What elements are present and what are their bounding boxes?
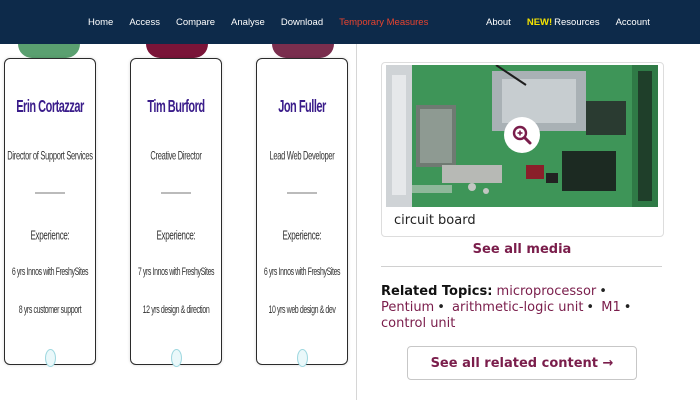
new-badge: NEW! bbox=[526, 16, 553, 28]
member-name: Erin Cortazzar bbox=[16, 97, 84, 117]
nav-compare[interactable]: Compare bbox=[176, 17, 215, 28]
media-card[interactable]: circuit board bbox=[381, 62, 664, 237]
card-divider bbox=[161, 192, 191, 194]
team-photo bbox=[146, 44, 208, 58]
media-sidebar: circuit board See all media Related Topi… bbox=[356, 44, 687, 400]
team-card: Jon Fuller Lead Web Developer Experience… bbox=[256, 58, 348, 367]
experience-line: 10 yrs web design & dev bbox=[268, 304, 336, 317]
team-photo bbox=[18, 44, 80, 58]
topic-link[interactable]: M1 bbox=[601, 300, 621, 315]
nav-about[interactable]: About bbox=[486, 17, 511, 28]
team-card: Tim Burford Creative Director Experience… bbox=[130, 58, 222, 367]
see-all-related-content-button[interactable]: See all related content → bbox=[407, 346, 637, 380]
card-expand-toggle[interactable] bbox=[297, 349, 308, 367]
experience-heading: Experience: bbox=[282, 228, 322, 243]
team-card: Erin Cortazzar Director of Support Servi… bbox=[4, 58, 96, 367]
card-expand-toggle[interactable] bbox=[45, 349, 56, 367]
nav-temporary-measures[interactable]: Temporary Measures bbox=[339, 17, 428, 28]
nav-home[interactable]: Home bbox=[88, 17, 113, 28]
related-topics: Related Topics: microprocessor • Pentium •… bbox=[381, 284, 671, 332]
member-role: Director of Support Services bbox=[7, 148, 93, 163]
topic-link[interactable]: Pentium bbox=[381, 300, 434, 315]
see-all-media-link[interactable]: See all media bbox=[357, 242, 687, 257]
topic-separator: • bbox=[586, 300, 595, 315]
experience-line: 6 yrs Innos with FreshySites bbox=[11, 266, 89, 279]
experience-line: 8 yrs customer support bbox=[18, 304, 82, 317]
experience-heading: Experience: bbox=[156, 228, 196, 243]
topic-separator: • bbox=[437, 300, 445, 315]
card-expand-toggle[interactable] bbox=[171, 349, 182, 367]
member-name: Tim Burford bbox=[147, 97, 205, 117]
card-divider bbox=[35, 192, 65, 194]
nav-download[interactable]: Download bbox=[281, 17, 323, 28]
member-role: Creative Director bbox=[150, 148, 202, 163]
page-right-margin bbox=[686, 44, 700, 400]
nav-access[interactable]: Access bbox=[129, 17, 160, 28]
experience-line: 12 yrs design & direction bbox=[142, 304, 210, 317]
section-divider bbox=[381, 266, 662, 267]
experience-line: 6 yrs Innos with FreshySites bbox=[263, 266, 341, 279]
member-role: Lead Web Developer bbox=[269, 148, 335, 163]
experience-line: 7 yrs Innos with FreshySites bbox=[137, 266, 215, 279]
magnifier-zoom-icon[interactable] bbox=[504, 117, 540, 153]
topic-link[interactable]: arithmetic-logic unit bbox=[452, 300, 583, 315]
topic-link[interactable]: microprocessor bbox=[497, 284, 597, 299]
nav-account[interactable]: Account bbox=[616, 17, 650, 28]
nav-resources[interactable]: Resources bbox=[554, 17, 599, 28]
topic-separator: • bbox=[623, 300, 632, 315]
related-topics-label: Related Topics: bbox=[381, 284, 493, 299]
experience-heading: Experience: bbox=[30, 228, 70, 243]
member-name: Jon Fuller bbox=[278, 97, 326, 117]
topic-link[interactable]: control unit bbox=[381, 316, 455, 331]
topic-separator: • bbox=[599, 284, 607, 299]
circuit-board-image[interactable] bbox=[386, 65, 658, 207]
team-photo bbox=[272, 44, 334, 58]
nav-analyse[interactable]: Analyse bbox=[231, 17, 265, 28]
secondary-nav: About NEW! Resources Account bbox=[486, 0, 666, 44]
card-divider bbox=[287, 192, 317, 194]
media-caption: circuit board bbox=[394, 213, 476, 228]
primary-nav: Home Access Compare Analyse Download Tem… bbox=[88, 0, 444, 44]
